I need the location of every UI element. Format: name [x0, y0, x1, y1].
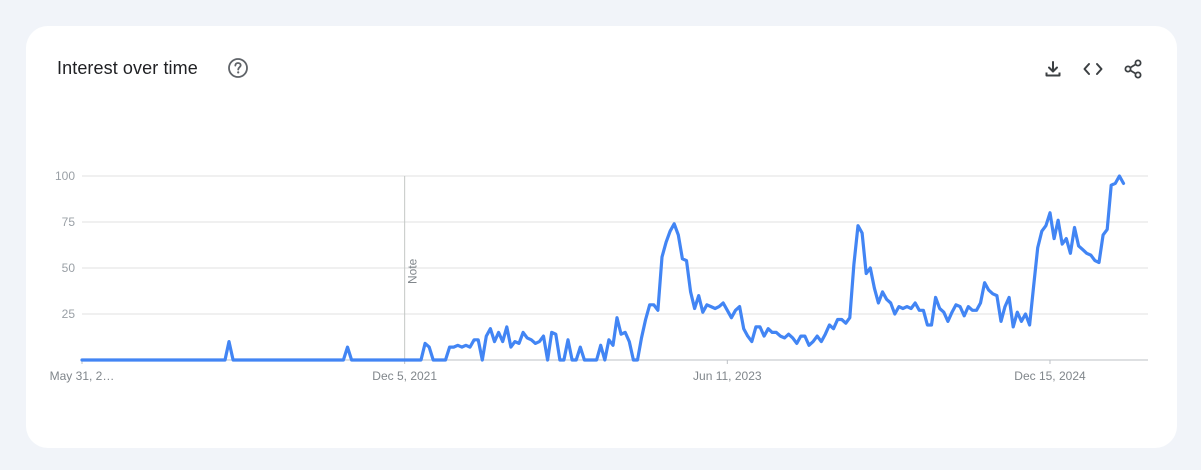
y-tick-label: 100	[55, 169, 75, 183]
x-tick-label: Dec 15, 2024	[1014, 369, 1086, 383]
x-tick-label: Jun 11, 2023	[693, 369, 762, 383]
interest-line-chart: 25 50 75 100 Note May 31, 2… Dec 5, 2021 Jun 11…	[50, 169, 1148, 383]
x-tick-label: May 31, 2…	[50, 369, 115, 383]
y-tick-label: 25	[62, 307, 76, 321]
note-label: Note	[406, 258, 420, 284]
y-tick-label: 75	[62, 215, 76, 229]
x-tick-label: Dec 5, 2021	[372, 369, 437, 383]
y-tick-label: 50	[62, 261, 76, 275]
interest-over-time-card: Interest over time 25 50 75 100 Note May 31, …	[26, 26, 1177, 448]
